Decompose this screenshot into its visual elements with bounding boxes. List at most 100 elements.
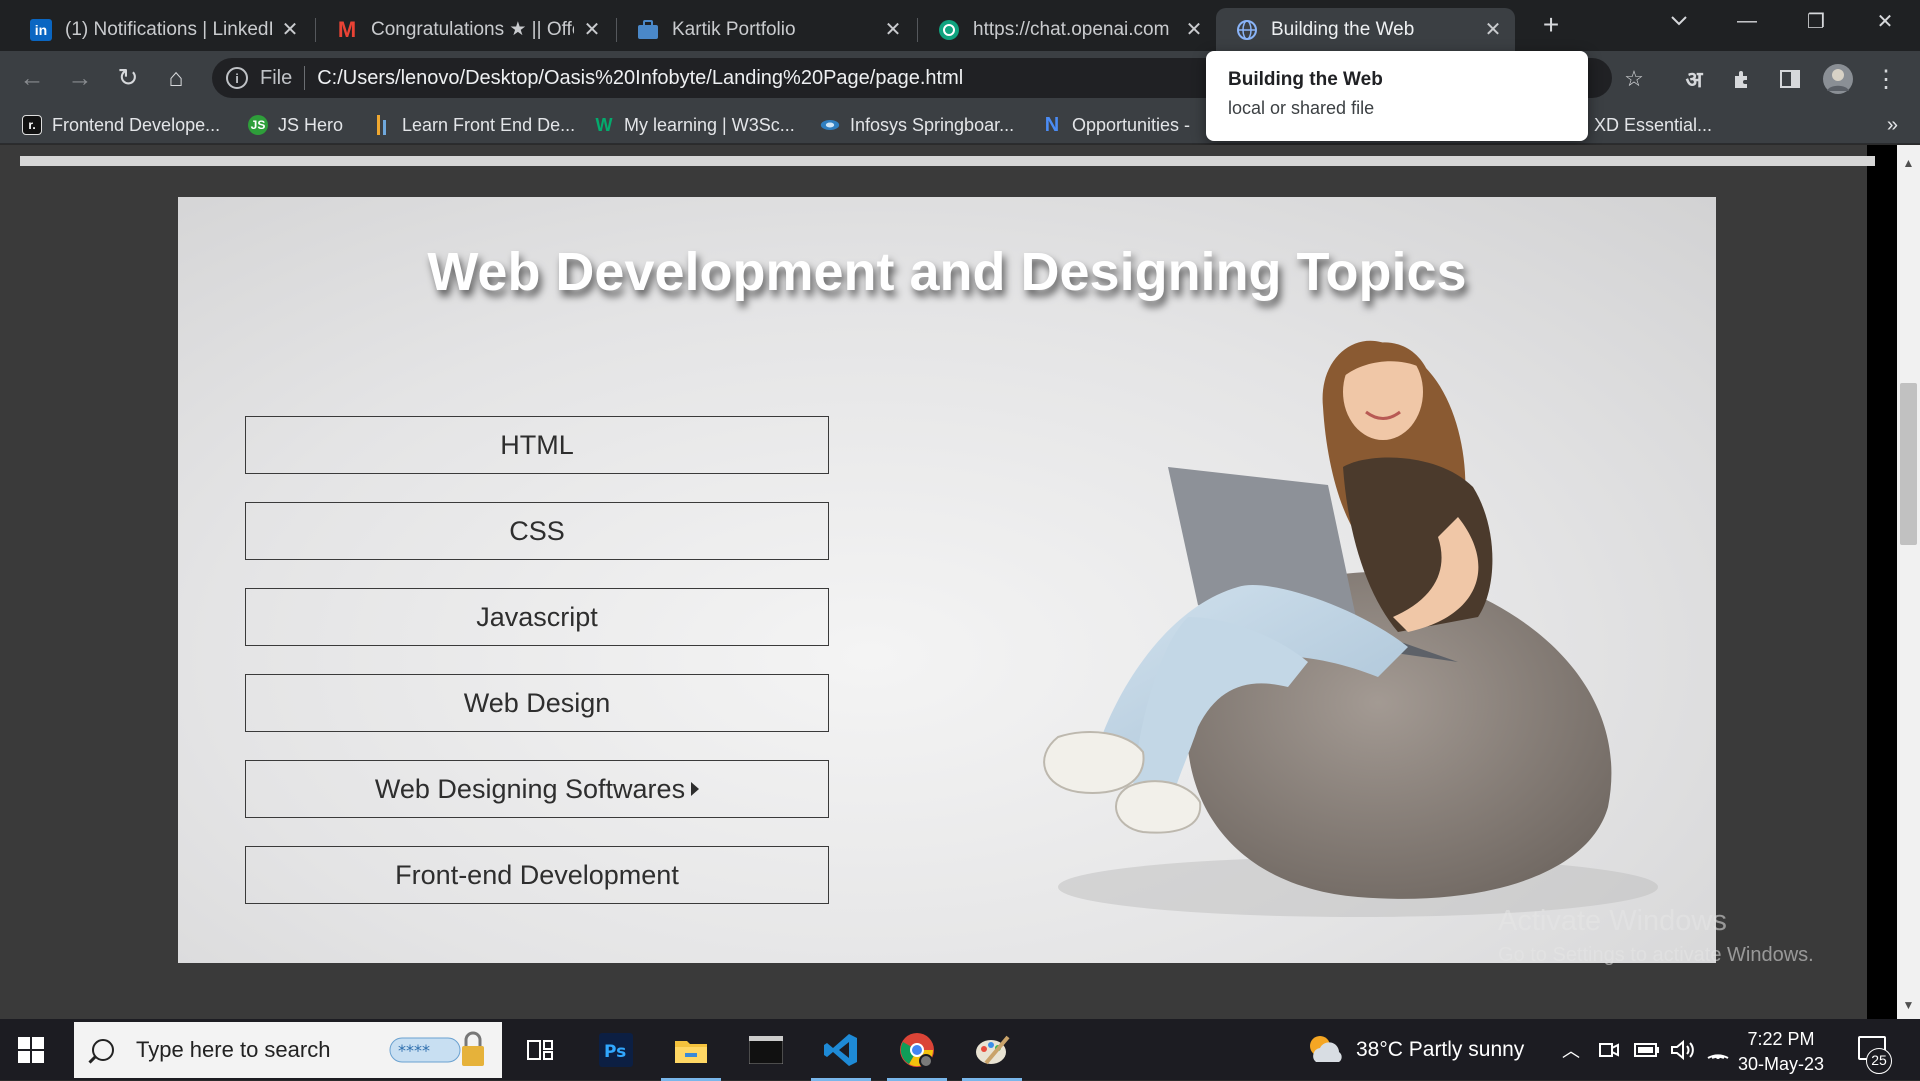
close-tab-icon[interactable]: ✕ — [883, 17, 903, 42]
close-window-button[interactable]: ✕ — [1850, 0, 1920, 42]
divider — [304, 66, 306, 90]
hover-card-subtitle: local or shared file — [1228, 98, 1375, 118]
tab-title: https://chat.openai.com — [973, 18, 1170, 40]
briefcase-icon — [637, 19, 659, 41]
topic-button-css[interactable]: CSS — [245, 502, 829, 560]
close-tab-icon[interactable]: ✕ — [1184, 17, 1204, 42]
tab-search-button[interactable] — [1644, 0, 1714, 42]
bookmark-w3schools[interactable]: W My learning | W3Sc... — [594, 113, 795, 137]
tab-title: Congratulations ★ || Offer — [371, 19, 574, 40]
vscode-icon[interactable] — [811, 1024, 871, 1081]
bookmark-label: JS Hero — [278, 114, 344, 135]
bookmark-label: Learn Front End De... — [402, 114, 576, 135]
photoshop-icon[interactable]: Ps — [586, 1024, 646, 1076]
menu-kebab-icon[interactable]: ⋮ — [1870, 63, 1902, 95]
restore-button[interactable]: ❐ — [1781, 0, 1851, 42]
minimize-button[interactable]: — — [1712, 0, 1782, 42]
topic-button-frontend-development[interactable]: Front-end Development — [245, 846, 829, 904]
translate-icon[interactable]: अ — [1678, 63, 1710, 95]
close-tab-icon[interactable]: ✕ — [280, 17, 300, 42]
terminal-icon[interactable] — [736, 1024, 796, 1076]
tab-gmail[interactable]: M Congratulations ★ || Offer ✕ — [316, 8, 614, 51]
show-hidden-icons-chevron[interactable]: ︿ — [1562, 1019, 1580, 1080]
task-view-icon[interactable] — [510, 1024, 570, 1076]
bookmarks-bar: r. Frontend Develope... JS JS Hero Learn… — [0, 106, 1920, 144]
bookmark-learn-frontend[interactable]: Learn Front End De... — [372, 113, 575, 137]
url-scheme: File — [260, 66, 293, 89]
tab-portfolio[interactable]: Kartik Portfolio ✕ — [617, 8, 915, 51]
paint-icon[interactable] — [962, 1024, 1022, 1081]
topic-button-html[interactable]: HTML — [245, 416, 829, 474]
linkedin-icon: in — [30, 18, 52, 41]
w3schools-icon: W — [595, 114, 613, 135]
side-panel-icon[interactable] — [1774, 63, 1806, 95]
extensions-icon[interactable] — [1726, 63, 1758, 95]
scroll-up-arrow[interactable]: ▲ — [1897, 153, 1920, 173]
windows-taskbar: Type here to search **** Ps 38°C Partly … — [0, 1019, 1920, 1081]
vertical-scrollbar[interactable]: ▲ ▼ — [1897, 145, 1920, 1019]
svg-text:Ps: Ps — [604, 1042, 626, 1062]
battery-icon[interactable] — [1634, 1019, 1660, 1080]
home-button[interactable]: ⌂ — [158, 60, 194, 96]
windows-start-icon[interactable] — [18, 1037, 44, 1063]
tab-linkedin[interactable]: in (1) Notifications | LinkedIn ✕ — [10, 8, 312, 51]
password-lock-icon: **** — [388, 1031, 488, 1068]
close-tab-icon[interactable]: ✕ — [582, 17, 602, 42]
new-tab-button[interactable]: + — [1537, 11, 1565, 39]
bookmark-infosys[interactable]: Infosys Springboar... — [820, 113, 1014, 137]
search-placeholder: Type here to search — [136, 1037, 331, 1062]
chevron-down-icon — [1671, 16, 1687, 26]
meet-now-icon[interactable] — [1598, 1019, 1620, 1080]
navbar-bottom-edge — [20, 156, 1875, 166]
topic-button-web-designing-softwares[interactable]: Web Designing Softwares — [245, 760, 829, 818]
chrome-icon[interactable] — [887, 1024, 947, 1081]
watermark-subtitle: Go to Settings to activate Windows. — [1498, 944, 1814, 966]
tab-title: Building the Web — [1271, 18, 1415, 40]
scroll-thumb[interactable] — [1900, 383, 1917, 545]
caret-right-icon — [691, 782, 700, 796]
taskbar-search-box[interactable]: Type here to search **** — [74, 1022, 502, 1078]
tab-chatgpt[interactable]: https://chat.openai.com ✕ — [918, 8, 1216, 51]
page-viewport[interactable]: Web Development and Designing Topics HTM… — [0, 145, 1897, 1019]
bookmark-js-hero[interactable]: JS JS Hero — [248, 113, 343, 137]
site-info-icon[interactable]: i — [226, 67, 248, 89]
tab-title: (1) Notifications | LinkedIn — [65, 18, 272, 40]
system-clock[interactable]: 7:22 PM 30-May-23 — [1738, 1027, 1824, 1077]
jshero-icon: JS — [248, 115, 268, 135]
globe-icon — [1236, 19, 1258, 41]
tab-building-the-web[interactable]: Building the Web ✕ — [1216, 8, 1515, 51]
bookmark-opportunities[interactable]: N Opportunities - — [1042, 113, 1190, 137]
profile-avatar[interactable] — [1822, 63, 1854, 95]
tab-hover-card: Building the Web local or shared file — [1206, 51, 1588, 141]
reload-button[interactable]: ↻ — [110, 60, 146, 96]
bookmark-label: My learning | W3Sc... — [624, 114, 795, 135]
back-button[interactable]: ← — [14, 60, 50, 96]
naukri-icon: N — [1044, 113, 1060, 136]
openai-icon — [938, 19, 960, 41]
topic-button-javascript[interactable]: Javascript — [245, 588, 829, 646]
file-explorer-icon[interactable] — [661, 1024, 721, 1081]
bookmark-label: Infosys Springboar... — [850, 114, 1015, 135]
partly-sunny-icon — [1310, 1035, 1342, 1062]
bookmark-frontend-mentor[interactable]: r. Frontend Develope... — [22, 113, 220, 137]
scroll-down-arrow[interactable]: ▼ — [1897, 995, 1920, 1015]
close-tab-icon[interactable]: ✕ — [1483, 17, 1503, 42]
more-bookmarks-icon[interactable]: » — [1887, 114, 1898, 137]
topic-button-web-design[interactable]: Web Design — [245, 674, 829, 732]
browser-toolbar: ← → ↻ ⌂ i File C:/Users/lenovo/Desktop/O… — [0, 51, 1920, 106]
topic-label: Web Designing Softwares — [374, 773, 686, 804]
gmail-icon: M — [337, 16, 357, 42]
notification-count-badge: 25 — [1866, 1048, 1892, 1074]
svg-text:****: **** — [398, 1041, 430, 1060]
forward-button[interactable]: → — [62, 60, 98, 96]
clock-time: 7:22 PM — [1747, 1029, 1815, 1049]
student-laptop-illustration — [1043, 340, 1658, 917]
weather-text: 38°C Partly sunny — [1356, 1037, 1525, 1061]
bookmark-star-icon[interactable]: ☆ — [1618, 63, 1650, 95]
volume-icon[interactable] — [1670, 1019, 1696, 1080]
bookmark-xd-essentials[interactable]: XD Essential... — [1594, 113, 1712, 137]
bookmark-label: Frontend Develope... — [52, 114, 221, 135]
weather-widget[interactable]: 38°C Partly sunny — [1306, 1019, 1524, 1080]
wifi-icon[interactable] — [1706, 1019, 1730, 1080]
url-text[interactable]: C:/Users/lenovo/Desktop/Oasis%20Infobyte… — [317, 67, 963, 90]
